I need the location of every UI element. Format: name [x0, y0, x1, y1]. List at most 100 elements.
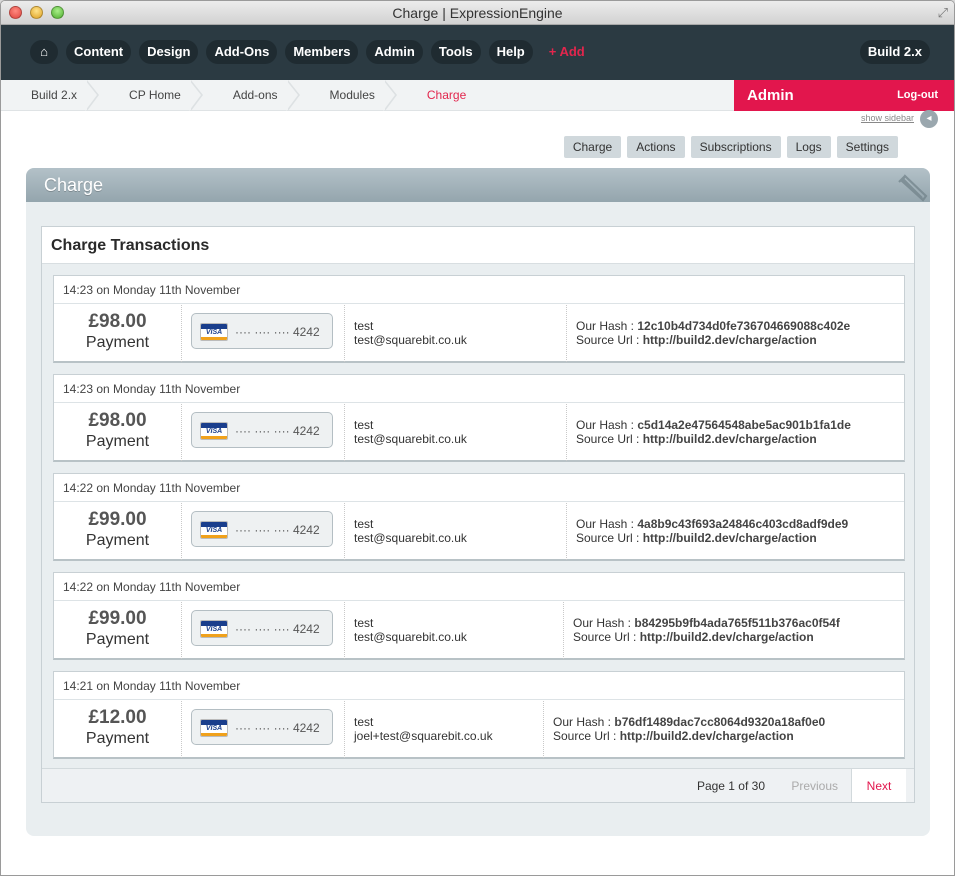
customer-name: test [354, 418, 374, 432]
amount-cell: £99.00 Payment [54, 503, 182, 560]
add-button[interactable]: + Add [541, 40, 585, 64]
breadcrumb-item[interactable]: Add-ons [203, 80, 300, 111]
hash-label: Our Hash : [553, 715, 615, 729]
customer-name: test [354, 319, 374, 333]
card-number: ···· ···· ···· 4242 [235, 622, 320, 636]
visa-stripe-bottom [201, 733, 227, 736]
card-cell: VISA ···· ···· ···· 4242 [182, 701, 345, 758]
customer-email[interactable]: test@squarebit.co.uk [354, 630, 563, 644]
transaction: 14:23 on Monday 11th November £98.00 Payme… [53, 374, 905, 462]
visa-stripe-bottom [201, 634, 227, 637]
window-controls [9, 6, 64, 19]
hash-line: Our Hash : 4a8b9c43f693a24846c403cd8adf9… [576, 517, 904, 531]
transaction-amount: £98.00 [88, 311, 147, 332]
hash-cell: Our Hash : b84295b9fb4ada765f511b376ac0f… [564, 602, 904, 659]
source-url-value[interactable]: http://build2.dev/charge/action [620, 729, 794, 743]
transaction-row: £98.00 Payment VISA ···· ···· ···· 4242 test… [54, 404, 904, 461]
admin-title: Admin [747, 87, 794, 104]
breadcrumb-item[interactable]: Modules [300, 80, 398, 111]
build-button[interactable]: Build 2.x [859, 40, 930, 64]
close-window-button[interactable] [9, 6, 22, 19]
source-url-value[interactable]: http://build2.dev/charge/action [643, 432, 817, 446]
nav-item-tools[interactable]: Tools [430, 40, 481, 64]
sidebar-icon[interactable]: ◂ [920, 110, 938, 128]
visa-label: VISA [205, 626, 223, 633]
transaction-date: 14:23 on Monday 11th November [54, 276, 904, 304]
nav-item-design[interactable]: Design [139, 40, 199, 64]
card-badge: VISA ···· ···· ···· 4242 [191, 709, 333, 745]
transaction-amount: £99.00 [88, 608, 147, 629]
tab-charge[interactable]: Charge [563, 136, 622, 158]
charge-panel: Charge Charge Transactions 14:23 on Mond… [26, 168, 930, 836]
card-badge: VISA ···· ···· ···· 4242 [191, 511, 333, 547]
customer-name: test [354, 517, 374, 531]
pagination: Page 1 of 30 Previous Next [42, 768, 914, 802]
visa-stripe-bottom [201, 535, 227, 538]
tab-subscriptions[interactable]: Subscriptions [690, 136, 781, 158]
breadcrumb-bar: Build 2.x CP Home Add-ons Modules Charge Adm… [1, 80, 954, 111]
transaction: 14:21 on Monday 11th November £12.00 Payme… [53, 671, 905, 759]
transaction-row: £99.00 Payment VISA ···· ···· ···· 4242 test… [54, 503, 904, 560]
hash-label: Our Hash : [573, 616, 635, 630]
zoom-window-button[interactable] [51, 6, 64, 19]
transaction-amount: £12.00 [88, 707, 147, 728]
transaction-row: £98.00 Payment VISA ···· ···· ···· 4242 test… [54, 305, 904, 362]
hash-label: Our Hash : [576, 517, 638, 531]
source-url-line: Source Url : http://build2.dev/charge/ac… [573, 630, 904, 644]
tab-logs[interactable]: Logs [786, 136, 831, 158]
home-icon[interactable]: ⌂ [30, 40, 58, 64]
transaction-date: 14:21 on Monday 11th November [54, 672, 904, 700]
nav-item-content[interactable]: Content [66, 40, 132, 64]
customer-cell: test test@squarebit.co.uk [345, 503, 567, 560]
transactions-box: Charge Transactions 14:23 on Monday 11th… [41, 226, 915, 803]
hash-value: c5d14a2e47564548abe5ac901b1fa1de [637, 418, 851, 432]
source-url-value[interactable]: http://build2.dev/charge/action [640, 630, 814, 644]
customer-email[interactable]: test@squarebit.co.uk [354, 333, 566, 347]
hash-cell: Our Hash : c5d14a2e47564548abe5ac901b1fa… [567, 404, 904, 461]
hash-value: 4a8b9c43f693a24846c403cd8adf9de9 [637, 517, 849, 531]
app-window: Charge | ExpressionEngine ⤢ ⌂ Content Des… [0, 0, 955, 876]
hash-label: Our Hash : [576, 418, 638, 432]
logout-link[interactable]: Log-out [897, 80, 938, 111]
transaction-type: Payment [85, 334, 150, 351]
minimize-window-button[interactable] [30, 6, 43, 19]
card-number: ···· ···· ···· 4242 [235, 325, 320, 339]
nav-items: ⌂ Content Design Add-Ons Members Admin Tools H… [30, 40, 585, 64]
customer-email[interactable]: test@squarebit.co.uk [354, 432, 566, 446]
fullscreen-icon[interactable]: ⤢ [938, 4, 948, 22]
customer-name: test [354, 616, 374, 630]
transaction-row: £12.00 Payment VISA ···· ···· ···· 4242 test… [54, 701, 904, 758]
amount-cell: £98.00 Payment [54, 305, 182, 362]
card-badge: VISA ···· ···· ···· 4242 [191, 610, 333, 646]
tab-settings[interactable]: Settings [836, 136, 898, 158]
nav-item-help[interactable]: Help [488, 40, 533, 64]
amount-cell: £99.00 Payment [54, 602, 182, 659]
transactions-title: Charge Transactions [42, 227, 914, 264]
source-url-value[interactable]: http://build2.dev/charge/action [643, 333, 817, 347]
nav-item-admin[interactable]: Admin [366, 40, 423, 64]
nav-item-add-ons[interactable]: Add-Ons [206, 40, 278, 64]
page-info: Page 1 of 30 [696, 779, 765, 793]
card-cell: VISA ···· ···· ···· 4242 [182, 305, 345, 362]
title-bar: Charge | ExpressionEngine ⤢ [1, 1, 954, 25]
previous-page-link[interactable]: Previous [791, 769, 838, 803]
nav-item-members[interactable]: Members [285, 40, 359, 64]
source-url-label: Source Url : [576, 333, 643, 347]
card-number: ···· ···· ···· 4242 [235, 424, 320, 438]
transaction-type: Payment [85, 730, 150, 747]
tab-actions[interactable]: Actions [627, 136, 685, 158]
customer-email[interactable]: test@squarebit.co.uk [354, 531, 566, 545]
breadcrumb-item[interactable]: CP Home [99, 80, 203, 111]
breadcrumb: Build 2.x CP Home Add-ons Modules Charge [1, 80, 488, 111]
transaction-type: Payment [85, 631, 150, 648]
show-sidebar-link[interactable]: show sidebar [861, 113, 914, 123]
hash-value: b84295b9fb4ada765f511b376ac0f54f [634, 616, 840, 630]
transaction-amount: £98.00 [88, 410, 147, 431]
transaction: 14:22 on Monday 11th November £99.00 Payme… [53, 572, 905, 660]
breadcrumb-item[interactable]: Build 2.x [1, 80, 100, 111]
next-page-link[interactable]: Next [851, 769, 906, 802]
customer-email[interactable]: joel+test@squarebit.co.uk [354, 729, 543, 743]
transaction: 14:22 on Monday 11th November £99.00 Payme… [53, 473, 905, 561]
source-url-value[interactable]: http://build2.dev/charge/action [643, 531, 817, 545]
pencil-icon [898, 174, 928, 202]
